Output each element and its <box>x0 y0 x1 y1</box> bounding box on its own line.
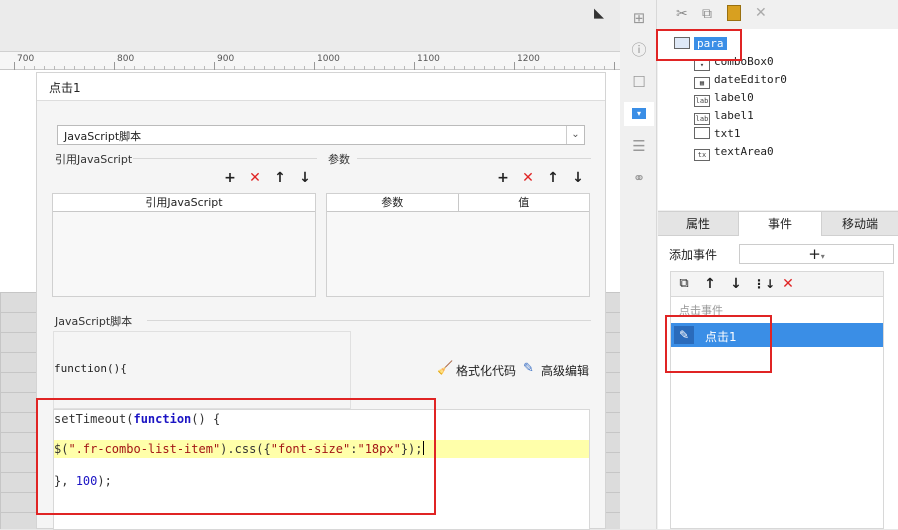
label-icon: lab <box>694 95 710 107</box>
delete-icon[interactable]: ✕ <box>779 275 797 293</box>
function-prefix: function(){ <box>54 362 127 375</box>
widget-grid-icon[interactable]: ⊞ <box>629 8 649 28</box>
add-icon[interactable]: + <box>494 169 512 187</box>
tab-events[interactable]: 事件 <box>738 212 822 237</box>
dialog-title: 点击1 <box>37 73 605 101</box>
date-editor-icon: ▦ <box>694 77 710 89</box>
tree-node[interactable]: lab label1 <box>694 108 754 125</box>
delete-icon[interactable]: ✕ <box>519 169 537 187</box>
event-panel-tab[interactable]: ▾ <box>624 102 654 126</box>
value-column-header: 值 <box>518 196 530 209</box>
divider <box>357 158 591 159</box>
text-cursor <box>422 441 424 455</box>
design-toolbar-area: ◣ <box>0 0 620 52</box>
event-item-label: 点击1 <box>705 330 737 344</box>
edit-icon[interactable]: ✎ <box>523 361 534 376</box>
ruler-label: 1200 <box>517 54 540 64</box>
ruler-label: 700 <box>17 54 35 64</box>
param-table[interactable]: 参数 值 <box>326 193 590 297</box>
ruler-tick <box>314 62 315 70</box>
tree-node[interactable]: txt1 <box>694 126 741 142</box>
chevron-down-icon: ▾ <box>820 252 825 261</box>
ruler-tick <box>414 62 415 70</box>
add-icon: + <box>808 245 821 263</box>
widget-tree: para ▾ comboBox0 ▦ dateEditor0 lab label0 l… <box>658 29 898 210</box>
event-editor-dialog: 点击1 JavaScript脚本 ⌄ 引用JavaScript + ✕ ↑ ↓ … <box>36 72 606 530</box>
add-event-label: 添加事件 <box>669 248 718 262</box>
tree-node[interactable]: tx textArea0 <box>694 144 774 161</box>
copy-icon[interactable]: ⧉ <box>702 6 712 22</box>
script-type-select[interactable]: JavaScript脚本 ⌄ <box>57 125 585 145</box>
move-down-icon[interactable]: ↓ <box>296 169 314 187</box>
param-column-header: 参数 <box>327 194 459 211</box>
divider <box>133 158 317 159</box>
param-section-label: 参数 <box>328 153 350 166</box>
tree-node[interactable]: ▦ dateEditor0 <box>694 72 787 89</box>
cut-icon[interactable]: ✂ <box>676 6 688 22</box>
ruler-tick <box>214 62 215 70</box>
ref-js-column-header: 引用JavaScript <box>53 194 315 212</box>
copy-icon[interactable]: ⧉ <box>675 275 693 293</box>
property-tabs: 属性 事件 移动端 <box>658 211 898 237</box>
tree-node[interactable]: lab label0 <box>694 90 754 107</box>
add-event-dropdown[interactable]: +▾ <box>739 244 894 264</box>
tab-properties[interactable]: 属性 <box>658 212 738 236</box>
event-toolbar: ⧉ ↑ ↓ ⋮↓ ✕ <box>670 271 884 297</box>
move-up-icon[interactable]: ↑ <box>701 275 719 293</box>
add-icon[interactable]: + <box>221 169 239 187</box>
list-settings-icon[interactable]: ☰ <box>629 136 649 156</box>
param-table-header: 参数 值 <box>327 194 589 212</box>
event-group-label: 点击事件 <box>679 304 723 317</box>
chevron-down-icon[interactable]: ⌄ <box>566 126 584 144</box>
move-up-icon[interactable]: ↑ <box>544 169 562 187</box>
close-icon[interactable]: ✕ <box>755 5 767 21</box>
ref-js-list[interactable]: 引用JavaScript <box>52 193 316 297</box>
horizontal-ruler: 700 800 900 1000 1100 1200 <box>0 52 620 70</box>
code-line-3[interactable]: }, 100); <box>54 472 589 490</box>
script-type-value: JavaScript脚本 <box>64 130 142 143</box>
format-code-button[interactable]: 格式化代码 <box>456 362 516 379</box>
combobox-icon: ▾ <box>694 59 710 71</box>
tree-node[interactable]: ▾ comboBox0 <box>694 54 774 71</box>
divider <box>147 320 591 321</box>
textarea-icon: tx <box>694 149 710 161</box>
ruler-tick <box>14 62 15 70</box>
label-icon: lab <box>694 113 710 125</box>
collapse-arrow-icon[interactable]: ◣ <box>594 6 604 21</box>
form-icon <box>674 37 690 49</box>
move-bottom-icon[interactable]: ⋮↓ <box>753 275 775 293</box>
dropdown-widget-icon: ▾ <box>632 108 646 119</box>
script-section-label: JavaScript脚本 <box>55 315 133 328</box>
code-prefix-area: function(){ <box>53 331 351 409</box>
code-editor[interactable]: setTimeout(function() { $(".fr-combo-lis… <box>53 409 590 530</box>
info-icon[interactable]: ⓘ <box>629 40 649 60</box>
ruler-label: 800 <box>117 54 135 64</box>
ruler-tick <box>114 62 115 70</box>
link-icon[interactable]: ⚭ <box>629 168 649 188</box>
ruler-tick <box>614 62 615 70</box>
textbox-icon <box>694 127 710 139</box>
ruler-label: 1000 <box>317 54 340 64</box>
move-down-icon[interactable]: ↓ <box>569 169 587 187</box>
ruler-tick <box>514 62 515 70</box>
event-list: 点击事件 ✎ 点击1 <box>670 296 884 529</box>
ruler-label: 1100 <box>417 54 440 64</box>
pencil-icon: ✎ <box>674 326 694 344</box>
paste-icon[interactable] <box>727 5 741 21</box>
broom-icon[interactable]: 🧹 <box>437 361 453 376</box>
advanced-edit-button[interactable]: 高级编辑 <box>541 362 589 379</box>
event-item-selected[interactable]: ✎ 点击1 <box>671 323 883 347</box>
move-up-icon[interactable]: ↑ <box>271 169 289 187</box>
ruler-label: 900 <box>217 54 235 64</box>
vertical-toolbar: ⊞ ⓘ ☐ ▾ ☰ ⚭ <box>620 0 657 529</box>
move-down-icon[interactable]: ↓ <box>727 275 745 293</box>
tree-node-label: para <box>694 37 727 50</box>
code-line-1[interactable]: setTimeout(function() { <box>54 410 589 428</box>
tree-node-root[interactable]: para <box>674 36 727 52</box>
frame-icon[interactable]: ☐ <box>629 72 649 92</box>
code-line-2[interactable]: $(".fr-combo-list-item").css({"font-size… <box>54 440 589 458</box>
tab-mobile[interactable]: 移动端 <box>822 212 898 236</box>
delete-icon[interactable]: ✕ <box>246 169 264 187</box>
ref-section-label: 引用JavaScript <box>55 153 133 166</box>
